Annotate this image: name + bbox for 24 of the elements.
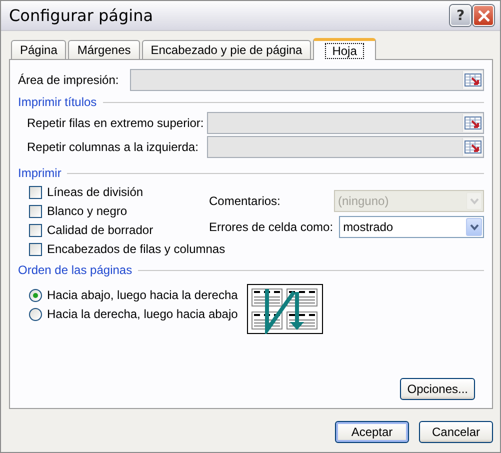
ok-button[interactable]: Aceptar [335,421,409,443]
dropdown-label: Errores de celda como: [209,220,334,234]
checkbox-label: Encabezados de filas y columnas [47,242,226,256]
tab[interactable]: Página [11,40,66,59]
field-label: Área de impresión: [18,73,120,87]
tab[interactable]: Márgenes [68,40,140,59]
section-title: Orden de las páginas [18,263,134,277]
checkbox-label: Líneas de división [47,185,144,199]
checkbox-label: Blanco y negro [47,204,128,218]
section-title: Imprimir [18,166,62,180]
radio-label: Hacia la derecha, luego hacia abajo [47,307,238,321]
checkbox-label: Calidad de borrador [47,223,154,237]
dropdown-label: Comentarios: [209,194,282,208]
window-title: Configurar página [9,6,154,25]
tab[interactable]: Encabezado y pie de página [142,40,312,59]
field-label: Repetir columnas a la izquierda: [27,140,200,154]
dropdown[interactable]: mostrado [339,216,484,238]
section-title: Imprimir títulos [18,95,98,109]
options-button[interactable]: Opciones... [400,378,475,400]
tab[interactable]: Hoja [313,38,376,60]
help-button[interactable]: ? [450,5,471,26]
field-label: Repetir filas en extremo superior: [27,116,205,130]
cancel-button[interactable]: Cancelar [419,421,493,443]
radio-label: Hacia abajo, luego hacia la derecha [47,288,238,302]
